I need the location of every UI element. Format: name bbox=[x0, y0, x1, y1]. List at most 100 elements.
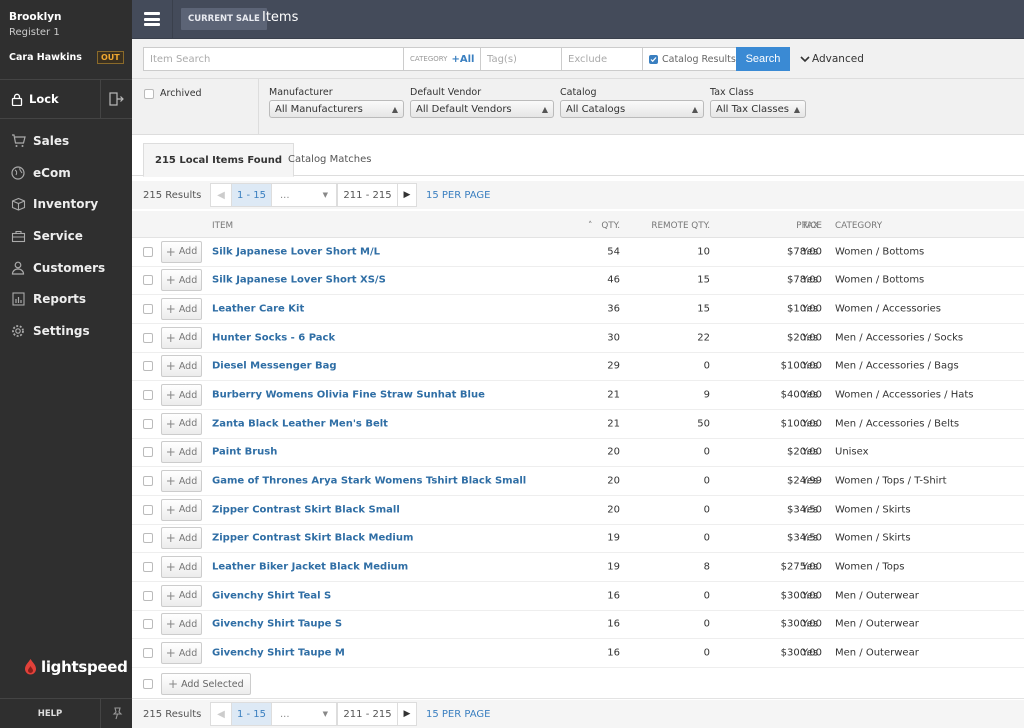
row-checkbox[interactable] bbox=[143, 533, 153, 544]
lock-button[interactable]: Lock bbox=[0, 80, 100, 118]
status-badge[interactable]: OUT bbox=[97, 51, 124, 64]
item-name-link[interactable]: Diesel Messenger Bag bbox=[212, 361, 337, 372]
per-page-select[interactable]: 15 PER PAGE bbox=[426, 190, 491, 201]
item-search-input[interactable]: Item Search bbox=[143, 47, 404, 71]
current-page[interactable]: 1 - 15 bbox=[231, 702, 272, 726]
add-item-button[interactable]: + Add bbox=[161, 240, 202, 263]
item-name-link[interactable]: Burberry Womens Olivia Fine Straw Sunhat… bbox=[212, 390, 485, 401]
row-checkbox[interactable] bbox=[143, 590, 153, 601]
item-name-link[interactable]: Silk Japanese Lover Short M/L bbox=[212, 246, 380, 257]
pin-button[interactable] bbox=[100, 698, 132, 728]
sidebar-item-service[interactable]: Service bbox=[0, 220, 132, 252]
item-name-link[interactable]: Givenchy Shirt Teal S bbox=[212, 590, 331, 601]
add-item-button[interactable]: + Add bbox=[161, 269, 202, 292]
sidebar-item-label: Customers bbox=[33, 260, 106, 275]
row-checkbox[interactable] bbox=[143, 504, 153, 515]
manufacturer-select[interactable]: All Manufacturers ▲︎ bbox=[269, 100, 404, 118]
row-checkbox[interactable] bbox=[143, 418, 153, 429]
current-sale-button[interactable]: CURRENT SALE bbox=[181, 8, 267, 30]
last-page[interactable]: 211 - 215 bbox=[337, 702, 398, 726]
add-item-button[interactable]: + Add bbox=[161, 470, 202, 493]
row-checkbox[interactable] bbox=[143, 648, 153, 659]
next-page-button[interactable]: ▶ bbox=[397, 702, 417, 726]
vendor-select[interactable]: All Default Vendors ▲︎ bbox=[410, 100, 554, 118]
row-checkbox[interactable] bbox=[143, 562, 153, 573]
add-item-button[interactable]: + Add bbox=[161, 527, 202, 550]
select-all-checkbox[interactable] bbox=[143, 679, 153, 689]
item-name-link[interactable]: Givenchy Shirt Taupe M bbox=[212, 648, 345, 659]
item-name-link[interactable]: Leather Care Kit bbox=[212, 304, 304, 315]
add-item-button[interactable]: + Add bbox=[161, 326, 202, 349]
tax-class-select[interactable]: All Tax Classes ▲︎ bbox=[710, 100, 806, 118]
add-item-button[interactable]: + Add bbox=[161, 412, 202, 435]
tab-local-items[interactable]: 215 Local Items Found bbox=[143, 143, 295, 177]
item-name-link[interactable]: Leather Biker Jacket Black Medium bbox=[212, 562, 408, 573]
header-qty[interactable]: QTY. bbox=[601, 221, 620, 231]
sidebar-item-settings[interactable]: Settings bbox=[0, 315, 132, 347]
per-page-select[interactable]: 15 PER PAGE bbox=[426, 709, 491, 720]
item-name-link[interactable]: Silk Japanese Lover Short XS/S bbox=[212, 275, 386, 286]
item-name-link[interactable]: Zipper Contrast Skirt Black Medium bbox=[212, 533, 413, 544]
prev-page-button[interactable]: ◀ bbox=[210, 702, 232, 726]
add-item-button[interactable]: + Add bbox=[161, 298, 202, 321]
sidebar-item-inventory[interactable]: Inventory bbox=[0, 188, 132, 220]
advanced-toggle[interactable]: Advanced bbox=[800, 53, 864, 65]
search-button[interactable]: Search bbox=[736, 47, 790, 71]
header-remote-qty[interactable]: REMOTE QTY. bbox=[651, 221, 710, 231]
row-checkbox[interactable] bbox=[143, 390, 153, 401]
header-item[interactable]: ITEM bbox=[212, 221, 233, 231]
category-cell: Women / Bottoms bbox=[835, 246, 925, 258]
row-checkbox[interactable] bbox=[143, 361, 153, 372]
sidebar-item-customers[interactable]: Customers bbox=[0, 252, 132, 284]
sidebar-item-ecom[interactable]: eCom bbox=[0, 157, 132, 189]
item-name-link[interactable]: Zanta Black Leather Men's Belt bbox=[212, 418, 388, 429]
row-checkbox[interactable] bbox=[143, 619, 153, 630]
item-name-link[interactable]: Paint Brush bbox=[212, 447, 277, 458]
item-name-link[interactable]: Zipper Contrast Skirt Black Small bbox=[212, 504, 400, 515]
menu-icon[interactable] bbox=[144, 12, 160, 26]
archived-checkbox[interactable]: Archived bbox=[144, 88, 202, 99]
item-name-link[interactable]: Game of Thrones Arya Stark Womens Tshirt… bbox=[212, 476, 526, 487]
sidebar-item-reports[interactable]: Reports bbox=[0, 283, 132, 315]
next-page-button[interactable]: ▶ bbox=[397, 183, 417, 207]
tab-catalog-matches[interactable]: Catalog Matches bbox=[277, 143, 382, 176]
add-item-button[interactable]: + Add bbox=[161, 441, 202, 464]
row-checkbox[interactable] bbox=[143, 476, 153, 487]
exclude-input[interactable]: Exclude bbox=[561, 47, 643, 71]
add-item-button[interactable]: + Add bbox=[161, 584, 202, 607]
add-item-button[interactable]: + Add bbox=[161, 355, 202, 378]
header-category[interactable]: CATEGORY bbox=[835, 221, 882, 231]
catalog-select[interactable]: All Catalogs ▲︎ bbox=[560, 100, 704, 118]
add-item-button[interactable]: + Add bbox=[161, 556, 202, 579]
checkbox[interactable] bbox=[144, 88, 154, 99]
prev-page-button[interactable]: ◀ bbox=[210, 183, 232, 207]
add-selected-button[interactable]: + Add Selected bbox=[161, 673, 251, 695]
tags-input[interactable]: Tag(s) bbox=[480, 47, 562, 71]
row-checkbox[interactable] bbox=[143, 275, 153, 286]
category-cell: Women / Tops bbox=[835, 561, 905, 573]
add-item-button[interactable]: + Add bbox=[161, 613, 202, 636]
add-item-button[interactable]: + Add bbox=[161, 642, 202, 665]
category-filter[interactable]: CATEGORY +All bbox=[403, 47, 481, 71]
header-tax[interactable]: TAX bbox=[802, 221, 819, 231]
sidebar-item-sales[interactable]: Sales bbox=[0, 125, 132, 157]
item-name-link[interactable]: Hunter Socks - 6 Pack bbox=[212, 332, 335, 343]
row-checkbox[interactable] bbox=[143, 246, 153, 257]
add-item-button[interactable]: + Add bbox=[161, 384, 202, 407]
catalog-results-checkbox[interactable]: Catalog Results bbox=[642, 47, 737, 71]
category-value[interactable]: +All bbox=[451, 54, 474, 65]
logout-button[interactable] bbox=[100, 80, 132, 118]
row-checkbox[interactable] bbox=[143, 304, 153, 315]
qty-cell: 19 bbox=[607, 561, 620, 573]
user-name[interactable]: Cara Hawkins bbox=[9, 52, 82, 63]
row-checkbox[interactable] bbox=[143, 447, 153, 458]
page-select[interactable]: ... ▼ bbox=[271, 183, 337, 207]
current-page[interactable]: 1 - 15 bbox=[231, 183, 272, 207]
help-button[interactable]: HELP bbox=[0, 698, 100, 728]
last-page[interactable]: 211 - 215 bbox=[337, 183, 398, 207]
page-select[interactable]: ... ▼ bbox=[271, 702, 337, 726]
row-checkbox[interactable] bbox=[143, 332, 153, 343]
item-name-link[interactable]: Givenchy Shirt Taupe S bbox=[212, 619, 342, 630]
divider bbox=[258, 79, 259, 135]
add-item-button[interactable]: + Add bbox=[161, 498, 202, 521]
